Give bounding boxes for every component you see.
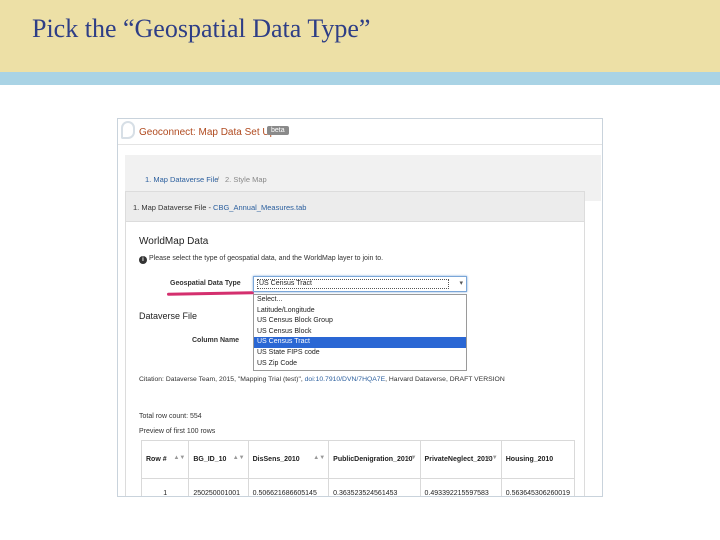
column-name-label: Column Name	[192, 337, 240, 344]
column-header-public-denigration[interactable]: PublicDenigration_2010 ▲▼	[328, 440, 421, 479]
beta-badge: beta	[267, 126, 289, 135]
geospatial-data-type-select[interactable]: US Census Tract ▾	[253, 276, 467, 292]
column-header-row-number[interactable]: Row # ▲▼	[140, 440, 190, 479]
dataverse-file-title: Dataverse File	[139, 311, 198, 321]
column-header-private-neglect[interactable]: PrivateNeglect_2010 ▲▼	[419, 440, 502, 479]
sort-icon: ▲▼	[404, 455, 417, 461]
title-divider	[0, 72, 720, 85]
total-row-count: Total row count: 554	[139, 413, 202, 420]
option-us-census-block-group[interactable]: US Census Block Group	[254, 316, 466, 327]
preview-table: Row # ▲▼ BG_ID_10 ▲▼ DisSens_2010 ▲▼ Public…	[140, 440, 576, 496]
breadcrumb-separator: /	[217, 175, 220, 184]
breadcrumb-step-2[interactable]: 2. Style Map	[225, 175, 267, 184]
cell-private-neglect: 0.493392215597583	[419, 478, 502, 496]
sort-icon: ▲▼	[313, 455, 326, 461]
option-us-census-block[interactable]: US Census Block	[254, 327, 466, 338]
logo-icon	[121, 121, 135, 139]
panel-heading: 1. Map Dataverse File - CBG_Annual_Measu…	[126, 192, 584, 222]
select-value: US Census Tract	[259, 280, 312, 287]
column-header-label: DisSens_2010	[252, 456, 300, 463]
slide-title: Pick the “Geospatial Data Type”	[32, 14, 371, 43]
preview-label: Preview of first 100 rows	[139, 428, 216, 435]
column-header-label: PrivateNeglect_2010	[424, 456, 493, 463]
info-message: i Please select the type of geospatial da…	[139, 255, 383, 264]
app-header: Geoconnect: Map Data Set Up beta	[118, 119, 602, 145]
cell-housing: 0.563645306260019	[500, 478, 576, 496]
info-text: Please select the type of geospatial dat…	[149, 255, 384, 262]
citation-doi-link[interactable]: doi:10.7910/DVN/7HQA7E	[305, 376, 385, 383]
citation-suffix: , Harvard Dataverse, DRAFT VERSION	[385, 376, 505, 383]
column-header-label: Housing_2010	[505, 456, 554, 463]
cell-public-denigration: 0.363523524561453	[328, 478, 421, 496]
option-us-state-fips-code[interactable]: US State FIPS code	[254, 348, 466, 359]
sort-icon: ▲▼	[485, 455, 498, 461]
worldmap-data-title: WorldMap Data	[139, 236, 209, 247]
table-row: 1 250250001001 0.506621686605145 0.36352…	[140, 478, 576, 496]
cell-row-number: 1	[140, 478, 190, 496]
slide-title-band: Pick the “Geospatial Data Type”	[0, 0, 720, 72]
geospatial-data-type-options: Select... Latitude/Longitude US Census B…	[253, 294, 467, 371]
option-select[interactable]: Select...	[254, 295, 466, 306]
citation: Citation: Dataverse Team, 2015, "Mapping…	[139, 376, 505, 383]
column-header-bg-id[interactable]: BG_ID_10 ▲▼	[188, 440, 249, 479]
column-header-label: PublicDenigration_2010	[333, 456, 413, 463]
sort-icon: ▲▼	[173, 455, 186, 461]
option-latitude-longitude[interactable]: Latitude/Longitude	[254, 306, 466, 317]
option-us-zip-code[interactable]: US Zip Code	[254, 359, 466, 370]
breadcrumb-step-1[interactable]: 1. Map Dataverse File	[145, 175, 218, 184]
highlight-underline	[166, 291, 255, 296]
info-icon: i	[139, 256, 147, 264]
panel-heading-file-link[interactable]: CBG_Annual_Measures.tab	[213, 203, 306, 212]
column-header-label: BG_ID_10	[193, 456, 227, 463]
screenshot-frame: Geoconnect: Map Data Set Up beta 1. Map …	[117, 118, 603, 497]
column-header-dissens[interactable]: DisSens_2010 ▲▼	[247, 440, 330, 479]
geospatial-data-type-label: Geospatial Data Type	[170, 280, 241, 287]
column-header-label: Row #	[146, 456, 167, 463]
cell-dissens: 0.506621686605145	[247, 478, 330, 496]
cell-bg-id: 250250001001	[188, 478, 249, 496]
option-us-census-tract[interactable]: US Census Tract	[254, 337, 466, 348]
panel-heading-text: 1. Map Dataverse File - CBG_Annual_Measu…	[133, 203, 306, 212]
app-title[interactable]: Geoconnect: Map Data Set Up	[139, 127, 275, 138]
sort-icon: ▲▼	[232, 455, 245, 461]
table-header-row: Row # ▲▼ BG_ID_10 ▲▼ DisSens_2010 ▲▼ Public…	[140, 440, 576, 479]
panel-heading-prefix: 1. Map Dataverse File -	[133, 203, 214, 212]
chevron-down-icon: ▾	[459, 280, 463, 287]
column-header-housing[interactable]: Housing_2010	[500, 440, 576, 479]
citation-prefix: Citation: Dataverse Team, 2015, "Mapping…	[139, 376, 305, 383]
map-dataverse-panel: 1. Map Dataverse File - CBG_Annual_Measu…	[125, 191, 585, 496]
